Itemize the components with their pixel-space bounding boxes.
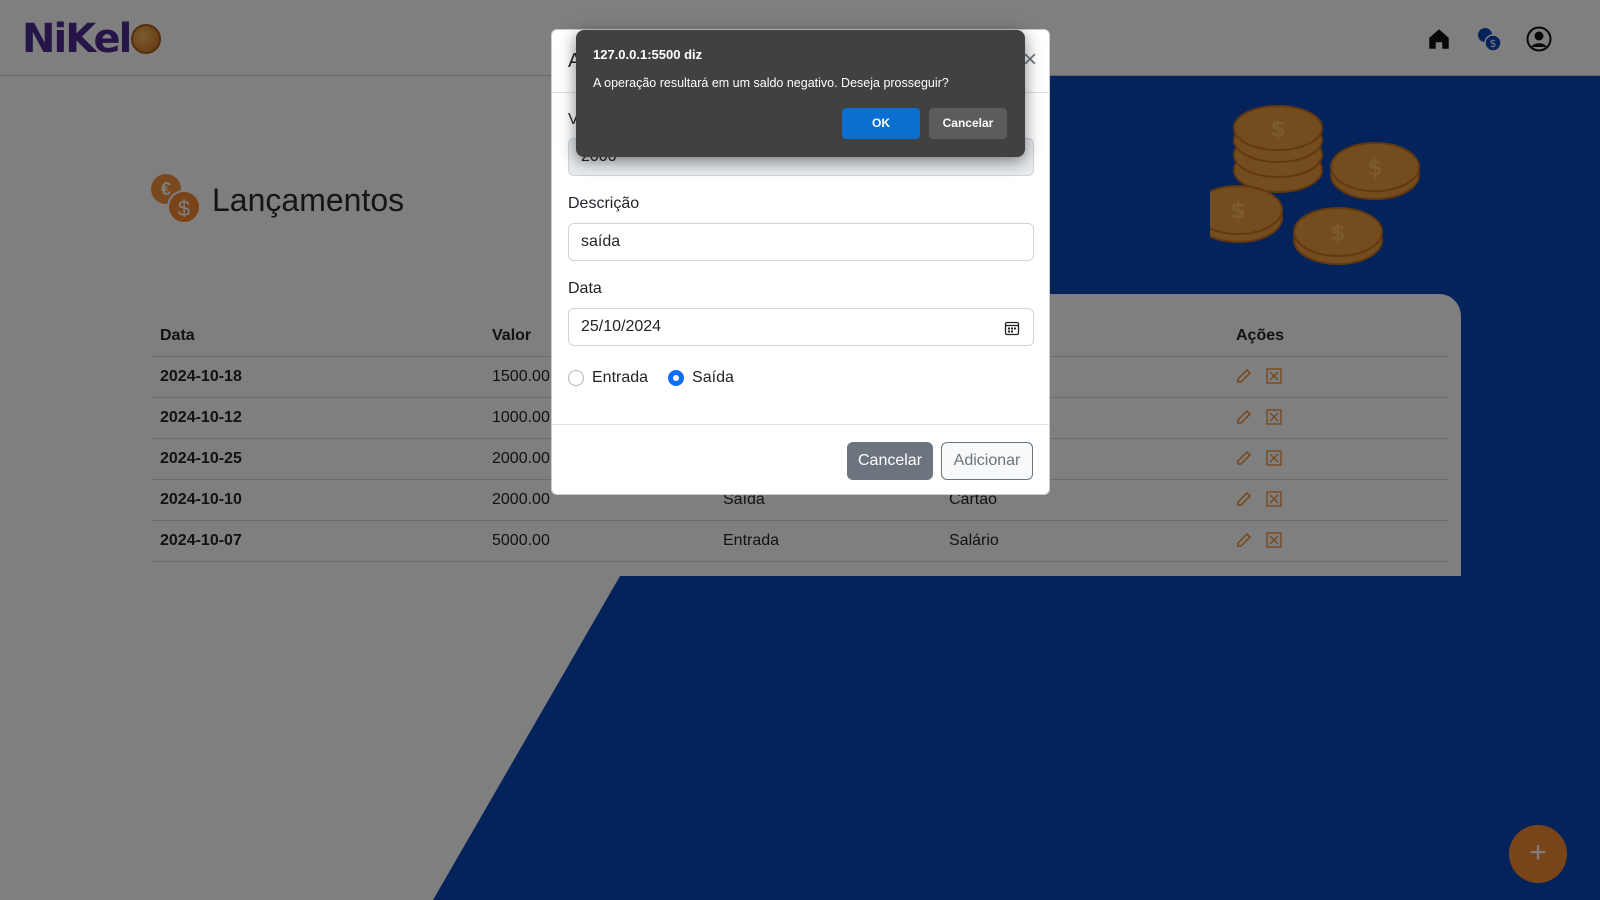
cancel-button[interactable]: Cancelar xyxy=(847,442,933,480)
modal-footer: Cancelar Adicionar xyxy=(552,424,1049,496)
date-value: 25/10/2024 xyxy=(581,318,662,335)
radio-entrada[interactable] xyxy=(568,370,584,386)
browser-confirm-dialog: 127.0.0.1:5500 diz A operação resultará … xyxy=(576,30,1025,157)
dialog-message: A operação resultará em um saldo negativ… xyxy=(593,76,949,90)
dialog-cancel-button[interactable]: Cancelar xyxy=(929,108,1007,139)
date-label: Data xyxy=(568,280,602,297)
description-label: Descrição xyxy=(568,195,640,212)
date-input[interactable]: 25/10/2024 xyxy=(568,308,1034,346)
close-icon[interactable]: × xyxy=(1023,48,1037,72)
radio-entrada-label[interactable]: Entrada xyxy=(592,369,648,387)
dialog-origin: 127.0.0.1:5500 diz xyxy=(593,47,703,62)
transaction-type-radios: Entrada Saída xyxy=(568,369,754,387)
description-input[interactable]: saída xyxy=(568,223,1034,261)
radio-saida[interactable] xyxy=(668,370,685,386)
calendar-icon[interactable] xyxy=(1004,320,1020,336)
dialog-ok-button[interactable]: OK xyxy=(842,108,920,139)
radio-saida-label[interactable]: Saída xyxy=(692,369,734,387)
add-button[interactable]: Adicionar xyxy=(941,442,1033,480)
